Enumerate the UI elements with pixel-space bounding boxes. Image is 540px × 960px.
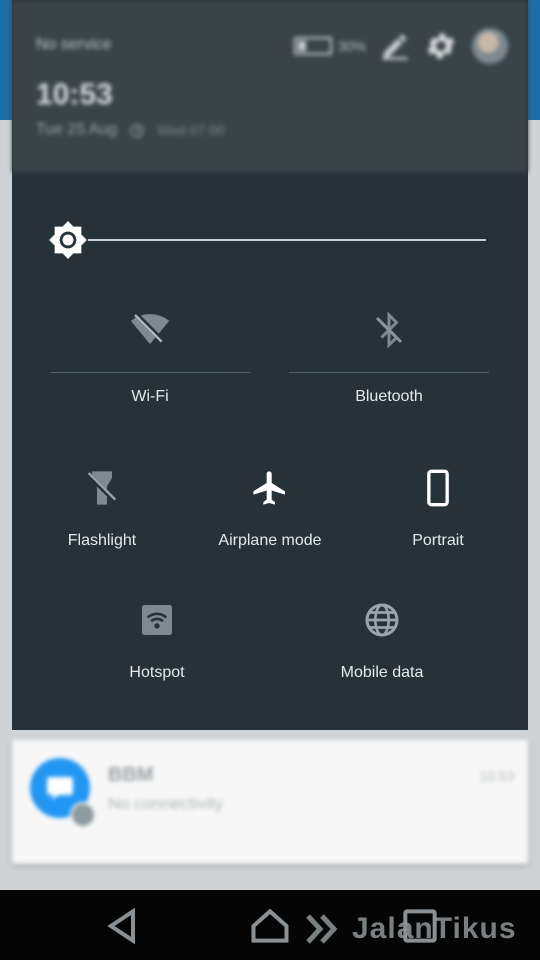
- tile-wifi[interactable]: Wi-Fi: [50, 298, 250, 418]
- watermark: JalanTikus: [306, 912, 517, 946]
- flashlight-off-icon: [86, 471, 118, 505]
- watermark-text: JalanTikus: [352, 912, 517, 945]
- tile-mobile-data-label: Mobile data: [340, 664, 424, 681]
- tile-hotspot-label: Hotspot: [129, 664, 185, 681]
- tile-wifi-label: Wi-Fi: [131, 388, 169, 405]
- tile-flashlight-label: Flashlight: [67, 532, 137, 549]
- airplane-icon: [253, 471, 285, 505]
- shade-header: No service 30% 10:53 Tue 25 Aug Wed 07:0…: [12, 0, 528, 172]
- alarm-icon: [130, 124, 144, 138]
- battery-percent: 30%: [337, 38, 366, 54]
- tile-bluetooth-label: Bluetooth: [355, 388, 423, 405]
- brightness-sun-icon[interactable]: [48, 220, 88, 260]
- home-icon[interactable]: [248, 904, 292, 948]
- notification-time: 10:53: [478, 768, 514, 784]
- brightness-slider[interactable]: [48, 220, 488, 260]
- date-text: Tue 25 Aug: [36, 121, 118, 138]
- battery-icon: [293, 37, 332, 55]
- user-avatar[interactable]: [472, 28, 508, 64]
- date-row[interactable]: Tue 25 Aug Wed 07:00: [36, 120, 225, 140]
- globe-icon: [365, 603, 399, 637]
- tile-bluetooth[interactable]: Bluetooth: [289, 298, 489, 418]
- tile-flashlight[interactable]: Flashlight: [42, 468, 162, 558]
- tile-hotspot[interactable]: Hotspot: [97, 600, 217, 690]
- brightness-track[interactable]: [88, 239, 486, 241]
- next-alarm-text: Wed 07:00: [157, 122, 225, 138]
- bluetooth-off-icon: [375, 312, 403, 348]
- notification-title: BBM: [108, 764, 154, 786]
- notification-shade: No service 30% 10:53 Tue 25 Aug Wed 07:0…: [12, 0, 528, 730]
- tile-portrait-label: Portrait: [412, 532, 464, 549]
- wifi-off-icon: [130, 313, 170, 346]
- clock-time: 10:53: [36, 78, 113, 111]
- hotspot-icon: [142, 605, 172, 635]
- settings-gear-icon[interactable]: [424, 29, 458, 63]
- notification-text: No connectivity: [108, 794, 224, 813]
- tile-divider: [289, 372, 489, 373]
- notification-badge-icon: [70, 802, 96, 828]
- tile-airplane-mode[interactable]: Airplane mode: [200, 468, 340, 558]
- carrier-status: No service: [36, 36, 112, 53]
- back-icon[interactable]: [100, 904, 144, 948]
- battery-indicator: 30%: [293, 37, 366, 55]
- screen-rotation-portrait-icon: [427, 469, 449, 507]
- tile-divider: [50, 372, 250, 373]
- tile-mobile-data[interactable]: Mobile data: [312, 600, 452, 690]
- tile-airplane-mode-label: Airplane mode: [218, 532, 322, 549]
- watermark-logo: [306, 914, 338, 944]
- edit-icon[interactable]: [380, 31, 410, 61]
- status-icons: 30%: [293, 26, 508, 66]
- tile-portrait[interactable]: Portrait: [378, 468, 498, 558]
- notification-card[interactable]: BBM No connectivity 10:53: [12, 740, 528, 864]
